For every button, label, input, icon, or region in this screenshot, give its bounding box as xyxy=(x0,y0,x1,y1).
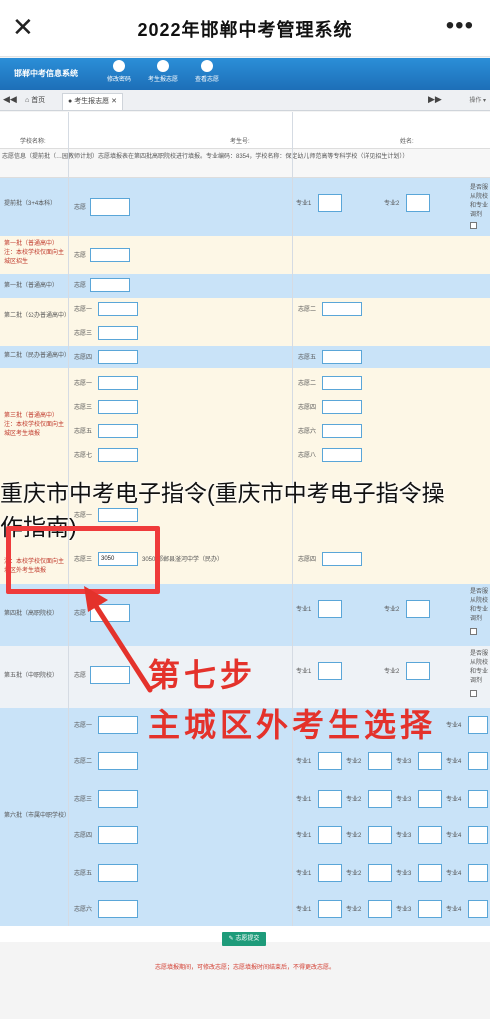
step-description: 主城区外考生选择 xyxy=(148,706,437,744)
step-title: 第七步 xyxy=(148,656,257,694)
pointer-arrow-icon xyxy=(84,586,153,693)
